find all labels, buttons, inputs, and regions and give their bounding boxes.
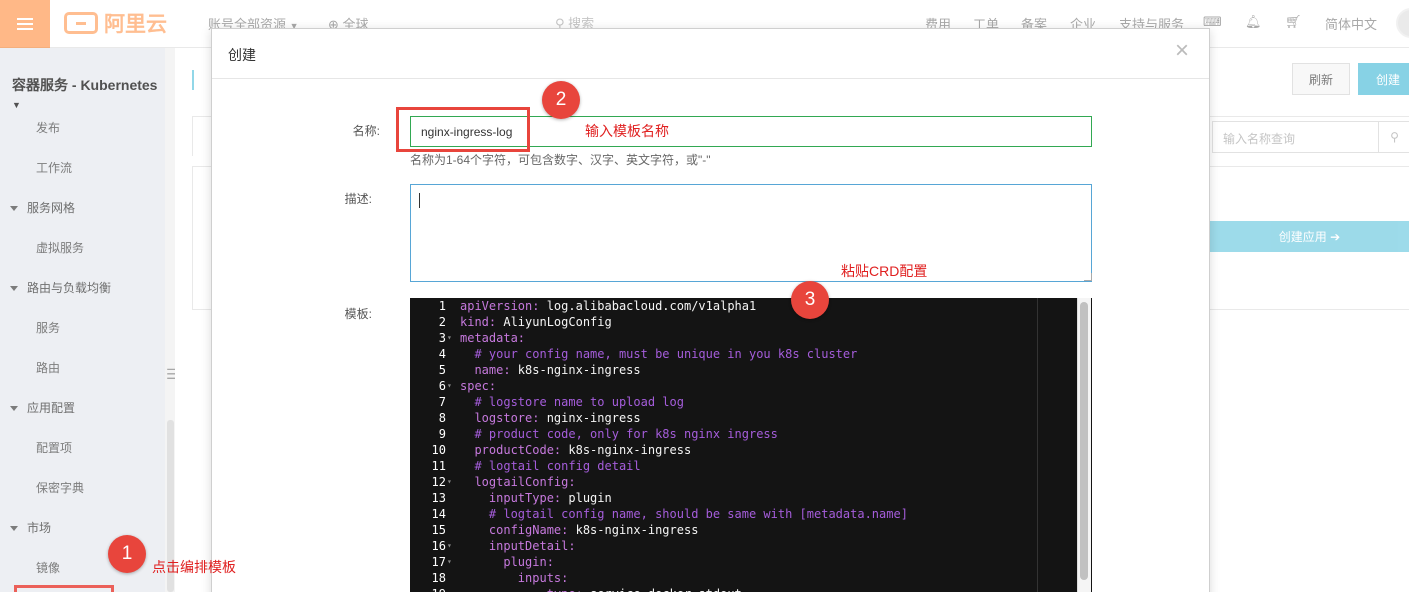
resize-handle-icon[interactable] bbox=[1084, 273, 1092, 281]
line-number: 6 bbox=[438, 379, 446, 393]
annotation-click-template: 点击编排模板 bbox=[152, 559, 236, 575]
code-text: configName: k8s-nginx-ingress bbox=[460, 523, 699, 537]
code-text: spec: bbox=[460, 379, 497, 393]
code-line: 5 name: k8s-nginx-ingress bbox=[410, 362, 1092, 378]
code-line: 14 # logtail config name, should be same… bbox=[410, 506, 1092, 522]
fold-toggle-icon[interactable]: ▾ bbox=[447, 474, 452, 490]
line-number: 2 bbox=[438, 315, 446, 329]
highlight-box-name-input bbox=[396, 107, 530, 152]
line-number: 5 bbox=[438, 363, 446, 377]
code-text: # logtail config detail bbox=[460, 459, 641, 473]
step-badge-3: 3 bbox=[791, 281, 829, 319]
name-help-text: 名称为1-64个字符，可包含数字、汉字、英文字符，或"-" bbox=[410, 153, 711, 167]
code-text: productCode: k8s-nginx-ingress bbox=[460, 443, 692, 457]
code-line: 7 # logstore name to upload log bbox=[410, 394, 1092, 410]
code-text: apiVersion: log.alibabacloud.com/v1alpha… bbox=[460, 299, 757, 313]
code-text: # product code, only for k8s nginx ingre… bbox=[460, 427, 778, 441]
dialog-header: 创建 × bbox=[212, 29, 1209, 79]
line-number: 15 bbox=[431, 523, 446, 537]
fold-toggle-icon[interactable]: ▾ bbox=[447, 378, 452, 394]
line-number: 11 bbox=[431, 459, 446, 473]
line-number: 13 bbox=[431, 491, 446, 505]
code-line: 2 kind: AliyunLogConfig bbox=[410, 314, 1092, 330]
code-line: 4 # your config name, must be unique in … bbox=[410, 346, 1092, 362]
annotation-enter-name: 输入模板名称 bbox=[585, 123, 669, 139]
code-line: 16 ▾ inputDetail: bbox=[410, 538, 1092, 554]
code-line: 10 productCode: k8s-nginx-ingress bbox=[410, 442, 1092, 458]
code-text: metadata: bbox=[460, 331, 526, 345]
code-text: # your config name, must be unique in yo… bbox=[460, 347, 858, 361]
line-number: 1 bbox=[438, 299, 446, 313]
code-line: 15 configName: k8s-nginx-ingress bbox=[410, 522, 1092, 538]
dialog-title: 创建 bbox=[228, 47, 256, 63]
name-label: 名称: bbox=[352, 124, 380, 138]
annotation-paste-crd: 粘贴CRD配置 bbox=[841, 263, 928, 279]
description-textarea[interactable] bbox=[410, 184, 1092, 282]
code-line: 12 ▾ logtailConfig: bbox=[410, 474, 1092, 490]
step-badge-1: 1 bbox=[108, 535, 146, 573]
code-line: 8 logstore: nginx-ingress bbox=[410, 410, 1092, 426]
code-text: - type: service_docker_stdout bbox=[460, 586, 742, 592]
code-text: name: k8s-nginx-ingress bbox=[460, 363, 641, 377]
code-text: logstore: nginx-ingress bbox=[460, 411, 641, 425]
code-line: 3 ▾ metadata: bbox=[410, 330, 1092, 346]
line-number: 18 bbox=[431, 571, 446, 585]
code-text: plugin: bbox=[460, 555, 554, 569]
line-number: 16 bbox=[431, 539, 446, 553]
line-number: 10 bbox=[431, 443, 446, 457]
code-line: 6 ▾ spec: bbox=[410, 378, 1092, 394]
code-line: 18 inputs: bbox=[410, 570, 1092, 586]
line-number: 19 bbox=[410, 586, 446, 592]
code-text: inputType: plugin bbox=[460, 491, 612, 505]
code-line: 1 apiVersion: log.alibabacloud.com/v1alph… bbox=[410, 298, 1092, 314]
step-badge-2: 2 bbox=[542, 81, 580, 119]
close-icon[interactable]: × bbox=[1175, 39, 1189, 63]
line-number: 17 bbox=[431, 555, 446, 569]
fold-toggle-icon[interactable]: ▾ bbox=[447, 538, 452, 554]
code-text: inputDetail: bbox=[460, 539, 576, 553]
line-number: 3 bbox=[438, 331, 446, 345]
fold-toggle-icon[interactable]: ▾ bbox=[447, 330, 452, 346]
description-label: 描述: bbox=[344, 192, 372, 206]
line-number: 12 bbox=[431, 475, 446, 489]
code-line: 11 # logtail config detail bbox=[410, 458, 1092, 474]
fold-toggle-icon[interactable]: ▾ bbox=[447, 554, 452, 570]
line-number: 7 bbox=[438, 395, 446, 409]
code-line: 19 - type: service_docker_stdout bbox=[410, 586, 1092, 592]
template-code-editor[interactable]: 1 apiVersion: log.alibabacloud.com/v1alph… bbox=[410, 298, 1092, 592]
line-number: 9 bbox=[438, 427, 446, 441]
code-text: logtailConfig: bbox=[460, 475, 576, 489]
code-line: 17 ▾ plugin: bbox=[410, 554, 1092, 570]
template-label: 模板: bbox=[344, 307, 372, 321]
code-text: # logstore name to upload log bbox=[460, 395, 684, 409]
line-number: 4 bbox=[438, 347, 446, 361]
code-line: 13 inputType: plugin bbox=[410, 490, 1092, 506]
code-text: kind: AliyunLogConfig bbox=[460, 315, 612, 329]
line-number: 14 bbox=[431, 507, 446, 521]
line-number: 8 bbox=[438, 411, 446, 425]
code-line: 9 # product code, only for k8s nginx ing… bbox=[410, 426, 1092, 442]
create-dialog: 创建 × 名称: nginx-ingress-log 名称为1-64个字符，可包… bbox=[211, 28, 1210, 592]
code-text: inputs: bbox=[460, 571, 569, 585]
code-text: # logtail config name, should be same wi… bbox=[460, 507, 908, 521]
text-cursor bbox=[419, 193, 420, 208]
editor-scrollbar-thumb[interactable] bbox=[1080, 302, 1088, 580]
